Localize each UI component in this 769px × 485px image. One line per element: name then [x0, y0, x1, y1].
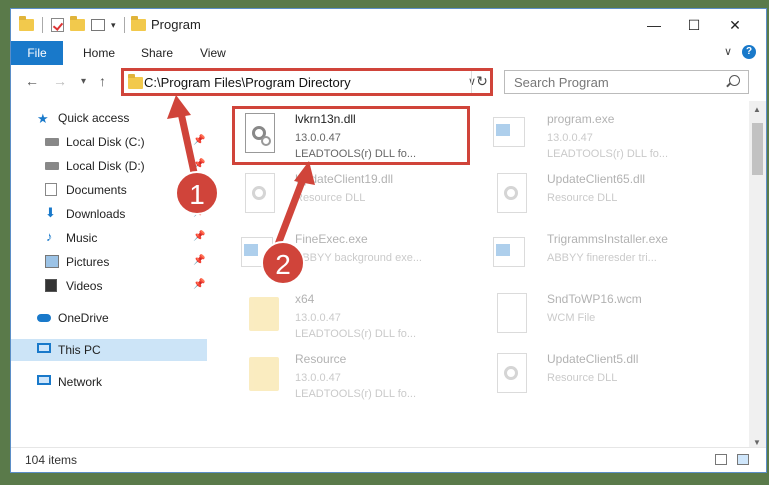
arrow-2-head	[294, 161, 315, 185]
step-1-badge: 1	[175, 171, 219, 215]
arrow-2-shaft	[273, 177, 307, 249]
step-2-badge: 2	[261, 241, 305, 285]
tutorial-arrows	[167, 95, 315, 249]
file-explorer-window: ▾ Program — ☐ ✕ File Home Share View ∨ ?…	[10, 8, 767, 473]
arrow-1-head	[167, 95, 191, 119]
arrow-1-shaft	[177, 112, 199, 178]
